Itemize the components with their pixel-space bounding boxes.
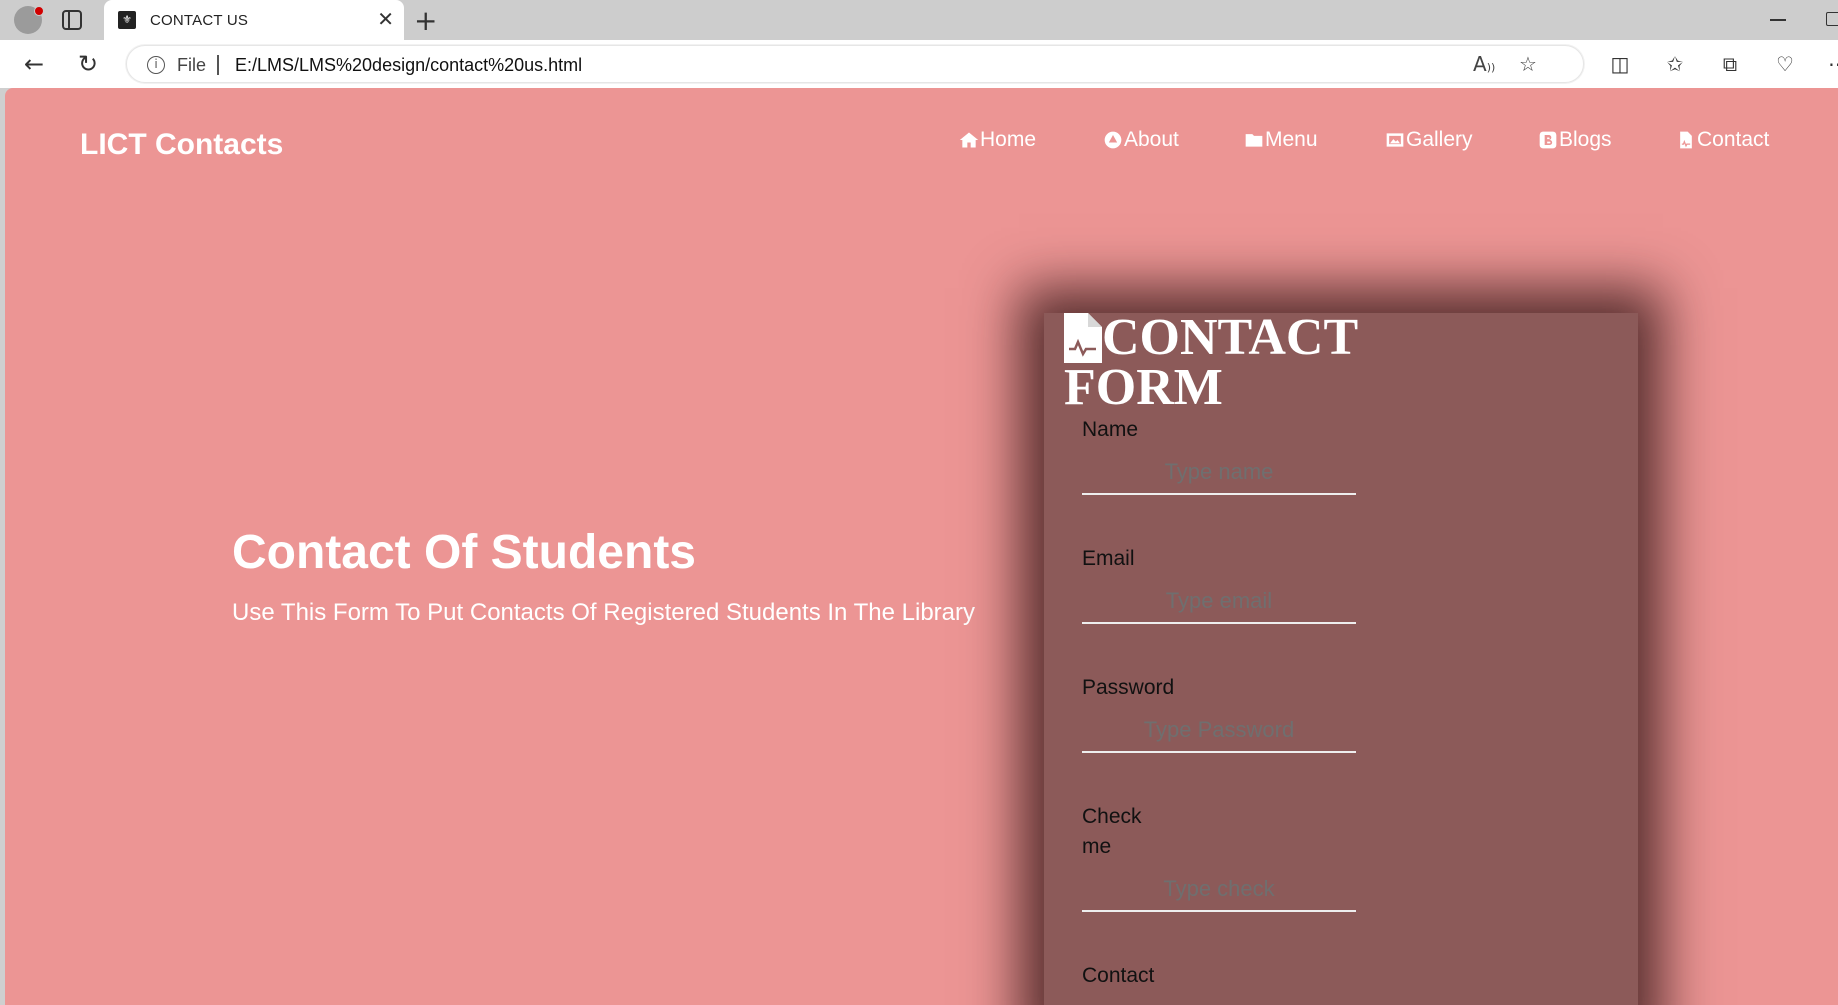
email-input[interactable] [1082, 580, 1356, 624]
address-scheme: File [177, 55, 207, 75]
nav-contact-label: Contact [1697, 128, 1770, 151]
minimize-window-icon[interactable] [1770, 19, 1786, 21]
nav-gallery-label: Gallery [1406, 128, 1473, 151]
name-label: Name [1082, 418, 1139, 441]
form-title-line2: FORM [1064, 359, 1223, 416]
nav-home[interactable]: Home [959, 128, 1036, 152]
split-screen-icon[interactable]: ◫ [1608, 52, 1632, 76]
document-icon [1680, 131, 1692, 149]
contact-form-card: CONTACT FORM Name Email Password Check m… [1044, 312, 1638, 1005]
browser-tab-strip: ⚜ CONTACT US ✕ + [0, 0, 1838, 40]
form-title: CONTACT FORM [1064, 312, 1384, 414]
nav-home-label: Home [980, 128, 1037, 151]
tab-actions-icon[interactable] [62, 10, 82, 30]
contact-field-group: Contact [1082, 961, 1356, 991]
favorites-icon[interactable]: ✩ [1663, 52, 1687, 76]
nav-blogs[interactable]: Blogs [1538, 128, 1612, 152]
nav-blogs-label: Blogs [1559, 128, 1612, 151]
close-tab-icon[interactable]: ✕ [377, 8, 394, 30]
info-icon[interactable]: i [147, 56, 165, 74]
address-url[interactable]: E:/LMS/LMS%20design/contact%20us.html [235, 55, 582, 76]
favorite-star-icon[interactable]: ☆ [1519, 52, 1537, 76]
new-tab-icon[interactable]: + [414, 4, 437, 37]
hero-subtitle: Use This Form To Put Contacts Of Registe… [232, 599, 976, 626]
address-separator [217, 55, 219, 75]
collections-icon[interactable]: ⧉ [1718, 52, 1742, 76]
nav-menu[interactable]: Menu [1244, 128, 1318, 152]
name-field-group: Name [1082, 415, 1356, 495]
email-field-group: Email [1082, 544, 1356, 624]
profile-avatar-icon[interactable] [14, 6, 44, 34]
image-icon [1386, 133, 1404, 147]
back-arrow-icon[interactable]: ← [18, 48, 50, 80]
nav-contact[interactable]: Contact [1676, 128, 1769, 152]
nav-about[interactable]: About [1103, 128, 1179, 152]
library-logo-icon: ⚜ [118, 11, 136, 29]
about-icon [1104, 131, 1122, 149]
folder-icon [1245, 134, 1263, 147]
read-aloud-icon[interactable]: A)) [1473, 52, 1495, 76]
refresh-icon[interactable]: ↻ [72, 48, 104, 80]
check-input[interactable] [1082, 868, 1356, 912]
email-label: Email [1082, 547, 1135, 570]
page-viewport: LICT Contacts Home About Menu Gallery Bl… [5, 88, 1838, 1005]
tab-title: CONTACT US [150, 12, 249, 29]
maximize-window-icon[interactable] [1826, 12, 1838, 26]
check-field-group: Check me [1082, 802, 1356, 912]
nav-gallery[interactable]: Gallery [1385, 128, 1473, 152]
browser-essentials-icon[interactable]: ♡ [1773, 52, 1797, 76]
browser-tab[interactable]: ⚜ CONTACT US ✕ [104, 0, 404, 40]
password-field-group: Password [1082, 673, 1356, 753]
contact-document-icon [1064, 313, 1102, 363]
nav-menu-label: Menu [1265, 128, 1318, 151]
address-bar[interactable]: i File E:/LMS/LMS%20design/contact%20us.… [126, 45, 1584, 83]
check-label: Check me [1082, 805, 1142, 858]
blog-icon [1539, 131, 1557, 149]
home-icon [959, 132, 979, 148]
form-title-line1: CONTACT [1102, 309, 1359, 366]
hero-title: Contact Of Students [232, 526, 696, 579]
contact-label: Contact [1082, 964, 1155, 987]
browser-toolbar: ← ↻ i File E:/LMS/LMS%20design/contact%2… [0, 40, 1838, 88]
main-navigation: Home About Menu Gallery Blogs Contact [5, 128, 1838, 162]
password-label: Password [1082, 676, 1175, 699]
nav-about-label: About [1124, 128, 1179, 151]
password-input[interactable] [1082, 709, 1356, 753]
name-input[interactable] [1082, 451, 1356, 495]
more-options-icon[interactable]: ⋯ [1826, 52, 1838, 76]
